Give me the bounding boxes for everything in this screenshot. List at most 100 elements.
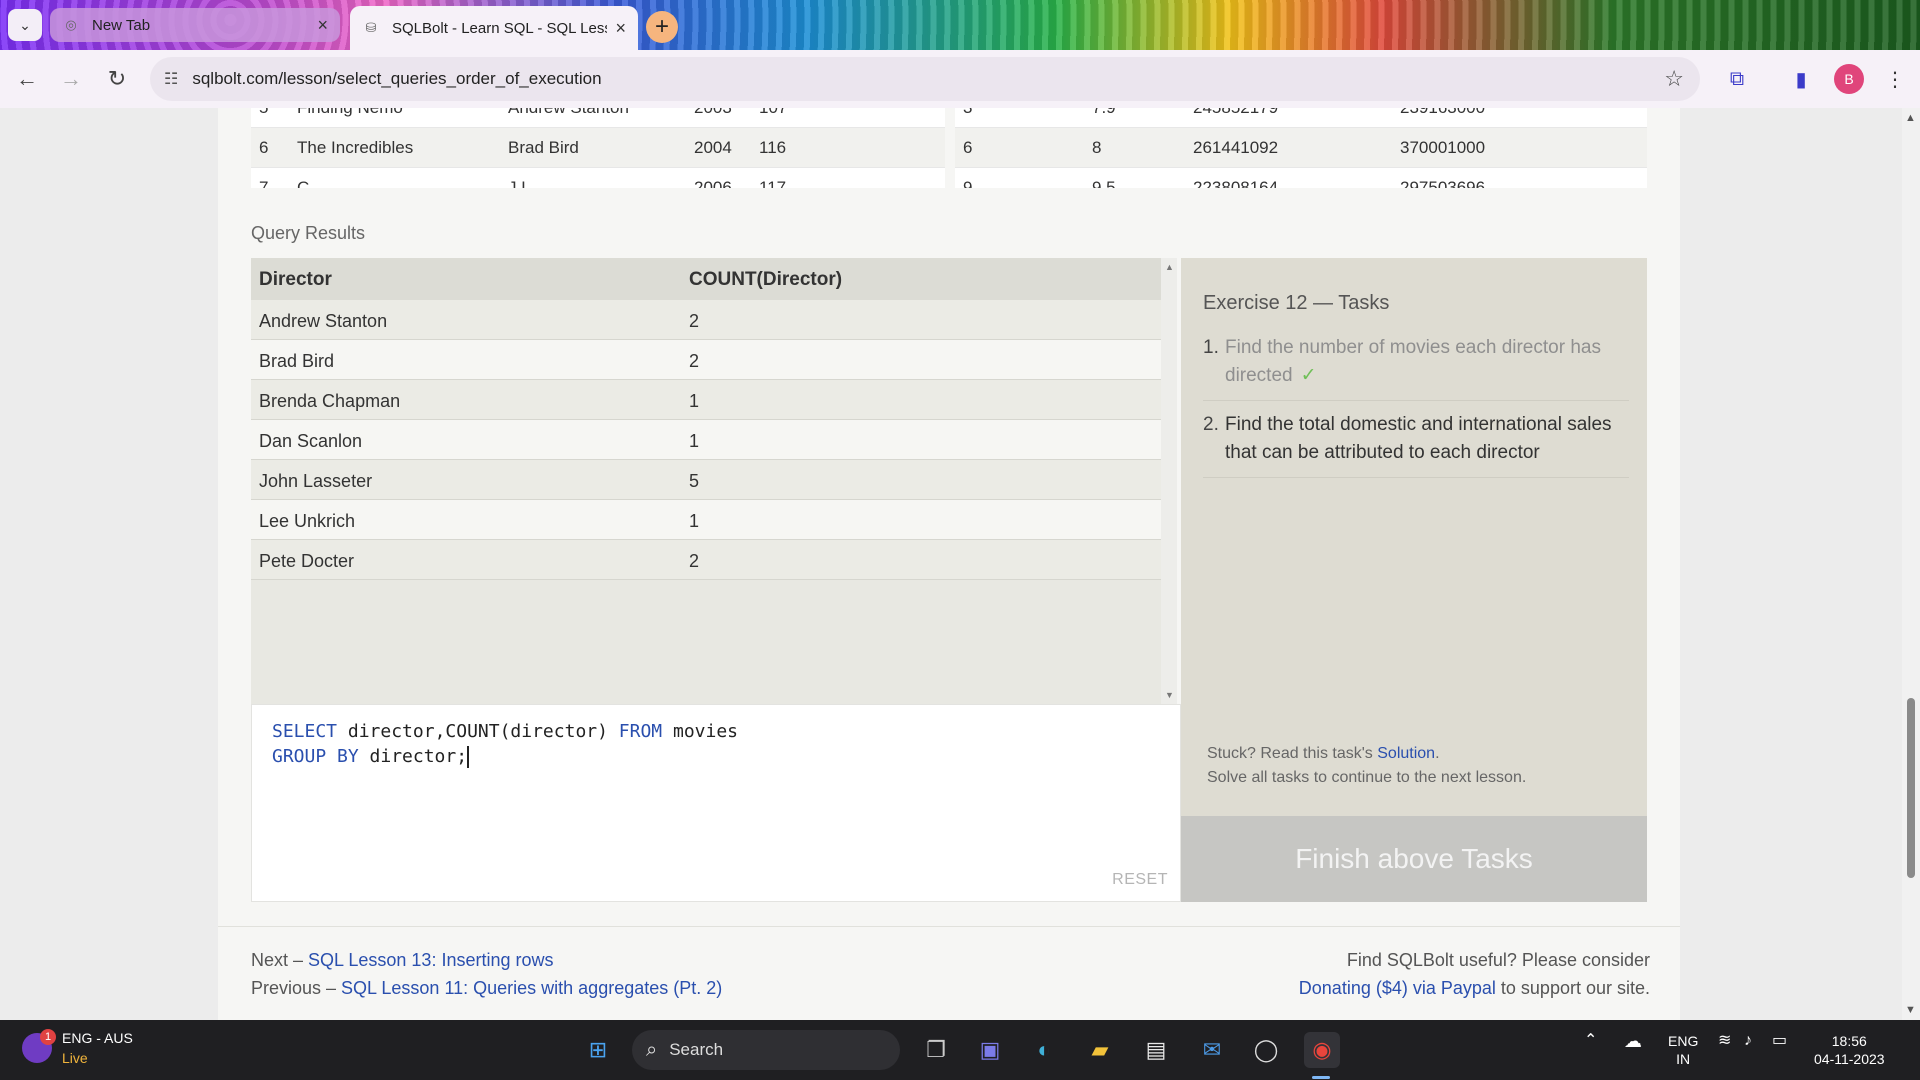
scroll-up-icon[interactable]: ▲ — [1165, 262, 1174, 272]
site-settings-icon[interactable]: ☷ — [164, 69, 178, 89]
cell-count: 5 — [689, 471, 700, 491]
volume-icon[interactable]: ♪ — [1744, 1032, 1752, 1050]
column-header: COUNT(Director) — [689, 269, 843, 290]
scroll-down-icon[interactable]: ▼ — [1905, 1004, 1916, 1016]
mail-icon[interactable]: ✉ — [1194, 1032, 1230, 1068]
chrome-taskbar-icon[interactable]: ◉ — [1304, 1032, 1340, 1068]
cell-length: 117 — [759, 177, 787, 189]
onedrive-icon[interactable]: ☁ — [1624, 1032, 1642, 1050]
weather-line1: ENG - AUS — [62, 1030, 133, 1046]
language-line2: IN — [1676, 1051, 1691, 1067]
address-bar[interactable]: ☷ sqlbolt.com/lesson/select_queries_orde… — [150, 57, 1700, 101]
search-icon: ⌕ — [646, 1038, 658, 1061]
cell-international: 239163000 — [1400, 108, 1485, 118]
solution-link[interactable]: Solution — [1377, 745, 1435, 762]
edge-icon[interactable]: ◐ — [1026, 1032, 1062, 1068]
cell-international: 297503696 — [1400, 177, 1486, 189]
tab-title: SQLBolt - Learn SQL - SQL Less — [392, 19, 608, 37]
notification-badge: 1 — [40, 1029, 56, 1045]
cell-id: 6 — [259, 137, 269, 157]
extensions-icon[interactable]: ⧉ — [1722, 64, 1752, 94]
previous-lesson-link[interactable]: SQL Lesson 11: Queries with aggregates (… — [341, 978, 722, 998]
cell-rating: 9.5 — [1092, 177, 1116, 189]
tasks-panel: Exercise 12 — Tasks 1. Find the number o… — [1181, 258, 1647, 902]
tray-chevron-icon[interactable]: ⌃ — [1584, 1032, 1597, 1050]
solve-all-text: Solve all tasks to continue to the next … — [1207, 769, 1527, 786]
donation-note: Find SQLBolt useful? Please consider Don… — [1299, 946, 1650, 1002]
finish-tasks-button[interactable]: Finish above Tasks — [1181, 816, 1647, 902]
table-row: 9 9.5 223808164 297503696 — [955, 168, 1647, 189]
wifi-icon[interactable]: ≋ — [1718, 1032, 1731, 1050]
forward-button[interactable]: → — [56, 64, 86, 94]
table-row: John Lasseter 5 — [251, 460, 1161, 500]
teams-icon[interactable]: ▣ — [972, 1032, 1008, 1068]
scroll-down-icon[interactable]: ▼ — [1165, 690, 1174, 700]
results-scrollbar[interactable]: ▲ ▼ — [1161, 258, 1177, 704]
avatar[interactable]: B — [1834, 64, 1864, 94]
close-icon[interactable]: × — [317, 15, 328, 36]
close-icon[interactable]: × — [615, 18, 626, 39]
task-view-icon[interactable]: ❐ — [918, 1032, 954, 1068]
reset-button[interactable]: RESET — [1112, 871, 1168, 889]
weather-line2: Live — [62, 1050, 88, 1066]
tab-new-tab[interactable]: ◎ New Tab × — [50, 8, 340, 42]
query-results-label: Query Results — [251, 223, 366, 243]
sql-code[interactable]: SELECT director,COUNT(director) FROM mov… — [272, 719, 738, 769]
donate-link[interactable]: Donating ($4) via Paypal — [1299, 978, 1496, 998]
sql-text: director,COUNT(director) — [337, 721, 619, 742]
scrollbar-thumb[interactable] — [1907, 698, 1915, 878]
browser-toolbar: ← → ↻ ☷ sqlbolt.com/lesson/select_querie… — [0, 50, 1920, 108]
text-cursor — [467, 746, 470, 768]
cell-length: 107 — [759, 108, 787, 118]
cell-count: 1 — [689, 511, 700, 531]
table-header: Director COUNT(Director) — [251, 258, 1161, 300]
cell-international: 370001000 — [1400, 137, 1486, 157]
side-panel-icon[interactable]: ▮ — [1786, 64, 1816, 94]
cell-year: 2006 — [694, 177, 732, 189]
store-icon[interactable]: ▤ — [1138, 1032, 1174, 1068]
arrow-left-icon: ← — [16, 66, 38, 91]
bookmark-star-icon[interactable]: ☆ — [1664, 66, 1684, 92]
clock[interactable]: 18:56 04-11-2023 — [1814, 1032, 1885, 1068]
weather-widget[interactable]: 1 ENG - AUS Live — [22, 1028, 133, 1068]
stuck-line: Stuck? Read this task's Solution. — [1207, 742, 1526, 766]
table-row: Lee Unkrich 1 — [251, 500, 1161, 540]
scroll-up-icon[interactable]: ▲ — [1905, 112, 1916, 124]
table-row: Andrew Stanton 2 — [251, 300, 1161, 340]
sql-keyword: GROUP BY — [272, 746, 359, 767]
task-text-wrapper: Find the number of movies each director … — [1225, 334, 1629, 390]
new-tab-button[interactable]: + — [646, 11, 678, 43]
useful-text: Find SQLBolt useful? Please consider — [1346, 950, 1650, 970]
table-row: 6 The Incredibles Brad Bird 2004 116 — [251, 128, 945, 168]
back-button[interactable]: ← — [12, 64, 42, 94]
sql-keyword: FROM — [618, 721, 663, 742]
cell-rating: 8 — [1092, 137, 1102, 157]
reload-button[interactable]: ↻ — [102, 64, 132, 94]
plus-icon: + — [654, 13, 669, 40]
file-explorer-icon[interactable]: ▰ — [1082, 1032, 1118, 1068]
query-results-table: Director COUNT(Director) Andrew Stanton … — [251, 258, 1177, 704]
more-menu-icon[interactable]: ⋮ — [1880, 64, 1910, 94]
sql-editor[interactable]: SELECT director,COUNT(director) FROM mov… — [251, 704, 1181, 902]
task-list: 1. Find the number of movies each direct… — [1203, 332, 1629, 486]
windows-start-icon[interactable]: ⊞ — [580, 1032, 616, 1068]
battery-icon[interactable]: ▭ — [1772, 1032, 1787, 1050]
reload-icon: ↻ — [107, 66, 127, 91]
exercise-title: Exercise 12 — Tasks — [1203, 292, 1390, 314]
cell-count: 2 — [689, 351, 700, 371]
cell-length: 116 — [759, 137, 787, 157]
task-item: 1. Find the number of movies each direct… — [1203, 332, 1629, 401]
page-scrollbar[interactable]: ▲ ▼ — [1902, 108, 1920, 1020]
language-indicator[interactable]: ENG IN — [1668, 1032, 1698, 1068]
dell-icon[interactable]: ◯ — [1248, 1032, 1284, 1068]
next-lesson-link[interactable]: SQL Lesson 13: Inserting rows — [308, 950, 553, 970]
cell-rating: 7.9 — [1092, 108, 1116, 118]
tab-sqlbolt[interactable]: ⛁ SQLBolt - Learn SQL - SQL Less × — [350, 6, 638, 50]
active-indicator — [1312, 1076, 1330, 1079]
cell-title: C — [297, 177, 310, 189]
cell-director: Andrew Stanton — [259, 311, 388, 331]
taskbar-search[interactable]: ⌕ Search — [632, 1030, 900, 1070]
sql-keyword: SELECT — [272, 721, 338, 742]
tab-search-button[interactable]: ⌄ — [8, 9, 42, 41]
task-text: Find the total domestic and internationa… — [1225, 414, 1612, 463]
